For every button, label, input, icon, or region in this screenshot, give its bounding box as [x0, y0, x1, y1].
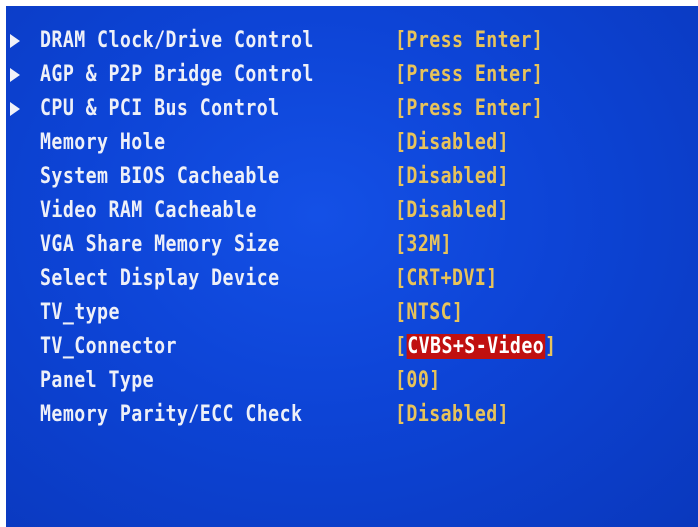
setting-label: TV_type — [40, 300, 120, 325]
submenu-arrow-icon — [10, 34, 20, 48]
setting-tv-connector[interactable]: TV_Connector [CVBS+S-Video] — [6, 330, 698, 364]
setting-label: Memory Parity/ECC Check — [40, 402, 303, 427]
setting-select-display-device[interactable]: Select Display Device [CRT+DVI] — [6, 262, 698, 296]
setting-value[interactable]: [Press Enter] — [395, 92, 543, 126]
setting-video-ram-cacheable[interactable]: Video RAM Cacheable [Disabled] — [6, 194, 698, 228]
setting-value-selected[interactable]: [CVBS+S-Video] — [395, 330, 556, 364]
setting-value[interactable]: [Press Enter] — [395, 58, 543, 92]
setting-label: AGP & P2P Bridge Control — [40, 62, 314, 87]
setting-label: Panel Type — [40, 368, 155, 393]
setting-label: DRAM Clock/Drive Control — [40, 28, 314, 53]
setting-value[interactable]: [Press Enter] — [395, 24, 543, 58]
setting-label: CPU & PCI Bus Control — [40, 96, 280, 121]
setting-label: Video RAM Cacheable — [40, 198, 257, 223]
setting-label: Memory Hole — [40, 130, 166, 155]
setting-value[interactable]: [Disabled] — [395, 160, 509, 194]
setting-value[interactable]: [CRT+DVI] — [395, 262, 498, 296]
setting-agp-p2p-bridge-control[interactable]: AGP & P2P Bridge Control [Press Enter] — [6, 58, 698, 92]
setting-label: Select Display Device — [40, 266, 280, 291]
setting-label: System BIOS Cacheable — [40, 164, 280, 189]
submenu-arrow-icon — [10, 102, 20, 116]
bios-screen: DRAM Clock/Drive Control [Press Enter] A… — [6, 6, 698, 527]
setting-dram-clock-drive-control[interactable]: DRAM Clock/Drive Control [Press Enter] — [6, 24, 698, 58]
setting-memory-parity-ecc-check[interactable]: Memory Parity/ECC Check [Disabled] — [6, 398, 698, 432]
setting-vga-share-memory-size[interactable]: VGA Share Memory Size [32M] — [6, 228, 698, 262]
setting-cpu-pci-bus-control[interactable]: CPU & PCI Bus Control [Press Enter] — [6, 92, 698, 126]
bios-settings-list: DRAM Clock/Drive Control [Press Enter] A… — [6, 24, 698, 432]
setting-label: VGA Share Memory Size — [40, 232, 280, 257]
setting-value[interactable]: [Disabled] — [395, 398, 509, 432]
setting-value[interactable]: [00] — [395, 364, 441, 398]
setting-value[interactable]: [32M] — [395, 228, 452, 262]
setting-system-bios-cacheable[interactable]: System BIOS Cacheable [Disabled] — [6, 160, 698, 194]
setting-memory-hole[interactable]: Memory Hole [Disabled] — [6, 126, 698, 160]
setting-label: TV_Connector — [40, 334, 177, 359]
setting-tv-type[interactable]: TV_type [NTSC] — [6, 296, 698, 330]
submenu-arrow-icon — [10, 68, 20, 82]
setting-value[interactable]: [NTSC] — [395, 296, 463, 330]
setting-value[interactable]: [Disabled] — [395, 194, 509, 228]
setting-value[interactable]: [Disabled] — [395, 126, 509, 160]
setting-panel-type[interactable]: Panel Type [00] — [6, 364, 698, 398]
